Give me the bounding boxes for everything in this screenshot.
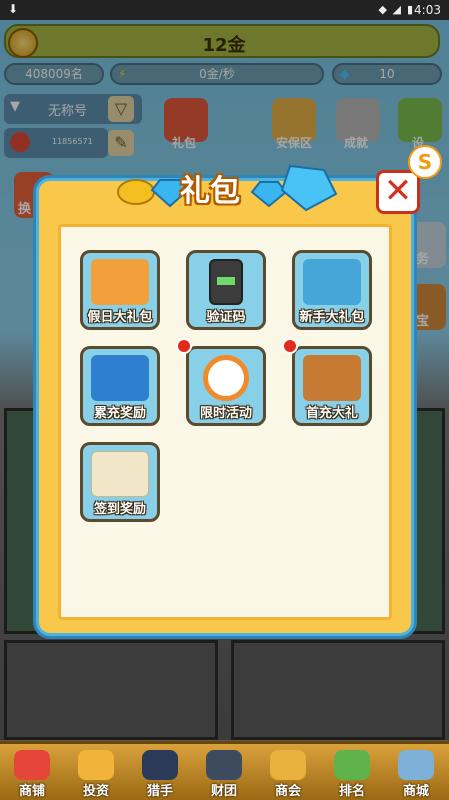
alert-dot bbox=[176, 338, 192, 354]
nav-consortium[interactable]: 财团 bbox=[196, 750, 252, 800]
treasure-bag-icon bbox=[303, 355, 361, 401]
nav-mall[interactable]: 商城 bbox=[388, 750, 444, 800]
nav-invest[interactable]: 投资 bbox=[68, 750, 124, 800]
download-icon: ⬇ bbox=[8, 2, 19, 16]
nav-mall-label: 商城 bbox=[402, 784, 429, 799]
nav-shop[interactable]: 商铺 bbox=[4, 750, 60, 800]
nav-invest-label: 投资 bbox=[82, 784, 109, 799]
gift-item-label: 首充大礼 bbox=[305, 406, 358, 421]
gift-item-label: 限时活动 bbox=[199, 406, 252, 421]
gift-item-limited-event[interactable]: 限时活动 bbox=[186, 346, 266, 426]
gift-item-label: 新手大礼包 bbox=[299, 310, 365, 325]
gift-item-label: 假日大礼包 bbox=[87, 310, 153, 325]
nav-shop-label: 商铺 bbox=[18, 784, 45, 799]
gift-item-first-recharge[interactable]: 首充大礼 bbox=[292, 346, 372, 426]
nav-hunter-label: 猎手 bbox=[146, 784, 173, 799]
s-badge[interactable]: S bbox=[408, 145, 442, 179]
gift-item-verification[interactable]: 验证码 bbox=[186, 250, 266, 330]
phone-icon bbox=[209, 259, 243, 305]
shop-icon bbox=[14, 750, 50, 780]
gift-box-icon bbox=[303, 259, 361, 305]
phone-screen-bar bbox=[217, 277, 235, 285]
gift-item-checkin[interactable]: 签到奖励 bbox=[80, 442, 160, 522]
nav-guild[interactable]: 商会 bbox=[260, 750, 316, 800]
gift-item-label: 验证码 bbox=[206, 310, 246, 325]
note-pencil-icon bbox=[91, 451, 149, 497]
invest-icon bbox=[78, 750, 114, 780]
gift-item-label: 累充奖励 bbox=[93, 406, 146, 421]
bottom-nav: 商铺 投资 猎手 财团 商会 排名 商城 bbox=[0, 741, 449, 800]
hunter-icon bbox=[142, 750, 178, 780]
dialog-title: 礼包 bbox=[180, 174, 240, 209]
wifi-icon: ◆ bbox=[378, 3, 387, 16]
close-button[interactable]: ✕ bbox=[376, 170, 420, 214]
ranking-icon bbox=[334, 750, 370, 780]
gift-box-icon bbox=[91, 259, 149, 305]
nav-guild-label: 商会 bbox=[274, 784, 301, 799]
signal-icon: ◢ bbox=[392, 3, 401, 16]
consortium-icon bbox=[206, 750, 242, 780]
clock-icon bbox=[203, 355, 249, 401]
status-bar: ⬇ ◆ ◢ ▮ 4:03 bbox=[0, 0, 449, 20]
guild-icon bbox=[270, 750, 306, 780]
battery-icon: ▮ bbox=[406, 3, 413, 16]
nav-consortium-label: 财团 bbox=[210, 784, 237, 799]
gift-item-recharge-reward[interactable]: 累充奖励 bbox=[80, 346, 160, 426]
gift-item-label: 签到奖励 bbox=[93, 502, 146, 517]
alert-dot bbox=[282, 338, 298, 354]
nav-ranking[interactable]: 排名 bbox=[324, 750, 380, 800]
nav-hunter[interactable]: 猎手 bbox=[132, 750, 188, 800]
gift-item-newbie[interactable]: 新手大礼包 bbox=[292, 250, 372, 330]
nav-ranking-label: 排名 bbox=[338, 784, 365, 799]
gift-item-holiday[interactable]: 假日大礼包 bbox=[80, 250, 160, 330]
status-time: 4:03 bbox=[414, 3, 441, 17]
diamond-coin-pile-icon bbox=[91, 355, 149, 401]
mall-icon bbox=[398, 750, 434, 780]
